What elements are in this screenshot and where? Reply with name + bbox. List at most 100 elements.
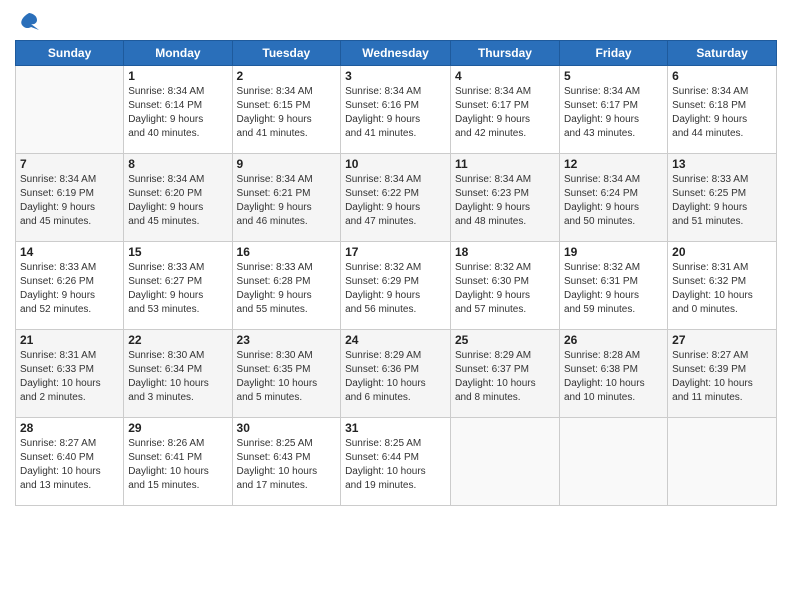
daylight-text-2: and 3 minutes. xyxy=(128,391,227,405)
header-thursday: Thursday xyxy=(450,41,559,66)
sunrise-text: Sunrise: 8:33 AM xyxy=(20,261,119,275)
sunset-text: Sunset: 6:18 PM xyxy=(672,99,772,113)
day-number: 7 xyxy=(20,157,119,171)
cell-week3-day4: 17Sunrise: 8:32 AMSunset: 6:29 PMDayligh… xyxy=(341,242,451,330)
sunset-text: Sunset: 6:24 PM xyxy=(564,187,663,201)
daylight-text: Daylight: 9 hours xyxy=(672,201,772,215)
day-info: Sunrise: 8:34 AMSunset: 6:15 PMDaylight:… xyxy=(237,85,337,141)
sunset-text: Sunset: 6:34 PM xyxy=(128,363,227,377)
day-number: 30 xyxy=(237,421,337,435)
cell-week2-day1: 7Sunrise: 8:34 AMSunset: 6:19 PMDaylight… xyxy=(16,154,124,242)
header-wednesday: Wednesday xyxy=(341,41,451,66)
day-number: 11 xyxy=(455,157,555,171)
sunset-text: Sunset: 6:23 PM xyxy=(455,187,555,201)
daylight-text: Daylight: 9 hours xyxy=(672,113,772,127)
sunset-text: Sunset: 6:30 PM xyxy=(455,275,555,289)
day-number: 28 xyxy=(20,421,119,435)
daylight-text: Daylight: 10 hours xyxy=(455,377,555,391)
daylight-text: Daylight: 9 hours xyxy=(128,201,227,215)
day-info: Sunrise: 8:33 AMSunset: 6:28 PMDaylight:… xyxy=(237,261,337,317)
day-number: 27 xyxy=(672,333,772,347)
sunrise-text: Sunrise: 8:34 AM xyxy=(455,85,555,99)
day-number: 23 xyxy=(237,333,337,347)
day-number: 5 xyxy=(564,69,663,83)
sunset-text: Sunset: 6:27 PM xyxy=(128,275,227,289)
cell-week1-day2: 1Sunrise: 8:34 AMSunset: 6:14 PMDaylight… xyxy=(124,66,232,154)
cell-week5-day6 xyxy=(559,418,667,506)
daylight-text: Daylight: 9 hours xyxy=(20,289,119,303)
day-number: 13 xyxy=(672,157,772,171)
daylight-text: Daylight: 9 hours xyxy=(237,113,337,127)
daylight-text-2: and 45 minutes. xyxy=(20,215,119,229)
daylight-text: Daylight: 9 hours xyxy=(455,201,555,215)
sunset-text: Sunset: 6:40 PM xyxy=(20,451,119,465)
sunrise-text: Sunrise: 8:34 AM xyxy=(345,173,446,187)
sunset-text: Sunset: 6:26 PM xyxy=(20,275,119,289)
day-info: Sunrise: 8:27 AMSunset: 6:40 PMDaylight:… xyxy=(20,437,119,493)
cell-week2-day2: 8Sunrise: 8:34 AMSunset: 6:20 PMDaylight… xyxy=(124,154,232,242)
daylight-text-2: and 13 minutes. xyxy=(20,479,119,493)
daylight-text: Daylight: 10 hours xyxy=(128,465,227,479)
day-number: 12 xyxy=(564,157,663,171)
day-info: Sunrise: 8:34 AMSunset: 6:24 PMDaylight:… xyxy=(564,173,663,229)
sunset-text: Sunset: 6:38 PM xyxy=(564,363,663,377)
day-number: 24 xyxy=(345,333,446,347)
cell-week5-day5 xyxy=(450,418,559,506)
day-info: Sunrise: 8:32 AMSunset: 6:30 PMDaylight:… xyxy=(455,261,555,317)
week-row-5: 28 Sunrise: 8:27 AMSunset: 6:40 PMDayligh… xyxy=(16,418,777,506)
sunrise-text: Sunrise: 8:25 AM xyxy=(237,437,337,451)
sunset-text: Sunset: 6:39 PM xyxy=(672,363,772,377)
day-number: 18 xyxy=(455,245,555,259)
daylight-text: Daylight: 9 hours xyxy=(20,201,119,215)
sunset-text: Sunset: 6:32 PM xyxy=(672,275,772,289)
daylight-text: Daylight: 9 hours xyxy=(128,289,227,303)
page: Sunday Monday Tuesday Wednesday Thursday… xyxy=(0,0,792,612)
day-info: Sunrise: 8:25 AMSunset: 6:43 PMDaylight:… xyxy=(237,437,337,493)
cell-week4-day7: 27 Sunrise: 8:27 AMSunset: 6:39 PMDayligh… xyxy=(668,330,777,418)
sunset-text: Sunset: 6:17 PM xyxy=(455,99,555,113)
sunrise-text: Sunrise: 8:33 AM xyxy=(128,261,227,275)
daylight-text: Daylight: 10 hours xyxy=(128,377,227,391)
daylight-text: Daylight: 9 hours xyxy=(455,113,555,127)
day-number: 4 xyxy=(455,69,555,83)
daylight-text: Daylight: 10 hours xyxy=(20,377,119,391)
sunrise-text: Sunrise: 8:30 AM xyxy=(237,349,337,363)
sunrise-text: Sunrise: 8:34 AM xyxy=(237,85,337,99)
day-info: Sunrise: 8:30 AMSunset: 6:35 PMDaylight:… xyxy=(237,349,337,405)
daylight-text: Daylight: 9 hours xyxy=(237,201,337,215)
sunset-text: Sunset: 6:41 PM xyxy=(128,451,227,465)
day-info: Sunrise: 8:27 AMSunset: 6:39 PMDaylight:… xyxy=(672,349,772,405)
sunrise-text: Sunrise: 8:31 AM xyxy=(672,261,772,275)
daylight-text-2: and 11 minutes. xyxy=(672,391,772,405)
day-info: Sunrise: 8:32 AMSunset: 6:31 PMDaylight:… xyxy=(564,261,663,317)
header-tuesday: Tuesday xyxy=(232,41,341,66)
daylight-text: Daylight: 10 hours xyxy=(237,465,337,479)
cell-week2-day5: 11Sunrise: 8:34 AMSunset: 6:23 PMDayligh… xyxy=(450,154,559,242)
sunset-text: Sunset: 6:25 PM xyxy=(672,187,772,201)
daylight-text-2: and 59 minutes. xyxy=(564,303,663,317)
cell-week3-day1: 14Sunrise: 8:33 AMSunset: 6:26 PMDayligh… xyxy=(16,242,124,330)
daylight-text-2: and 55 minutes. xyxy=(237,303,337,317)
daylight-text-2: and 15 minutes. xyxy=(128,479,227,493)
day-info: Sunrise: 8:33 AMSunset: 6:27 PMDaylight:… xyxy=(128,261,227,317)
daylight-text-2: and 48 minutes. xyxy=(455,215,555,229)
week-row-1: 1Sunrise: 8:34 AMSunset: 6:14 PMDaylight… xyxy=(16,66,777,154)
day-info: Sunrise: 8:28 AMSunset: 6:38 PMDaylight:… xyxy=(564,349,663,405)
daylight-text: Daylight: 10 hours xyxy=(672,377,772,391)
sunset-text: Sunset: 6:16 PM xyxy=(345,99,446,113)
week-row-4: 21Sunrise: 8:31 AMSunset: 6:33 PMDayligh… xyxy=(16,330,777,418)
sunrise-text: Sunrise: 8:34 AM xyxy=(564,173,663,187)
daylight-text-2: and 0 minutes. xyxy=(672,303,772,317)
cell-week2-day4: 10Sunrise: 8:34 AMSunset: 6:22 PMDayligh… xyxy=(341,154,451,242)
sunrise-text: Sunrise: 8:33 AM xyxy=(672,173,772,187)
day-number: 3 xyxy=(345,69,446,83)
week-row-3: 14Sunrise: 8:33 AMSunset: 6:26 PMDayligh… xyxy=(16,242,777,330)
header-sunday: Sunday xyxy=(16,41,124,66)
cell-week1-day1 xyxy=(16,66,124,154)
cell-week5-day7 xyxy=(668,418,777,506)
cell-week4-day3: 23 Sunrise: 8:30 AMSunset: 6:35 PMDayligh… xyxy=(232,330,341,418)
cell-week3-day6: 19Sunrise: 8:32 AMSunset: 6:31 PMDayligh… xyxy=(559,242,667,330)
daylight-text: Daylight: 9 hours xyxy=(564,201,663,215)
cell-week2-day3: 9Sunrise: 8:34 AMSunset: 6:21 PMDaylight… xyxy=(232,154,341,242)
header-monday: Monday xyxy=(124,41,232,66)
